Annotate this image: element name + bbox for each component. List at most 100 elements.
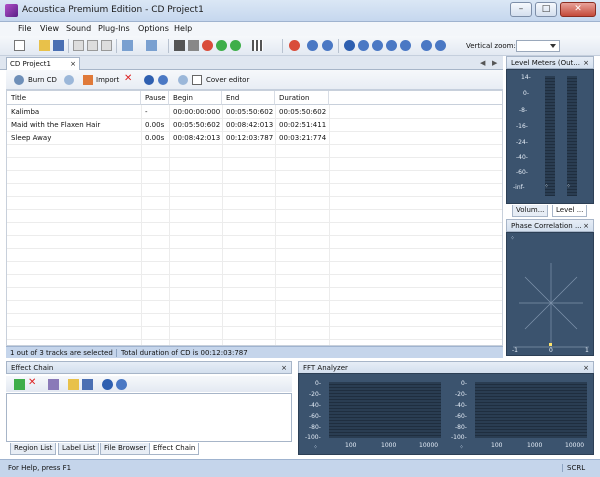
- effect-chain-list[interactable]: [6, 393, 292, 442]
- menu-help[interactable]: Help: [174, 24, 192, 33]
- meter-corner-icon: ⁘: [566, 183, 572, 190]
- play-loop-icon[interactable]: [358, 40, 369, 51]
- selection-status: 1 out of 3 tracks are selected: [10, 349, 113, 357]
- fast-forward-icon[interactable]: [421, 40, 432, 51]
- fft-left-y-label: -40-: [309, 402, 321, 409]
- cut-icon[interactable]: [73, 40, 84, 51]
- delete-icon[interactable]: ✕: [124, 73, 134, 84]
- grid-line: [7, 287, 502, 288]
- zoom-in-icon[interactable]: [216, 40, 227, 51]
- tab-region-list[interactable]: Region List: [10, 443, 57, 455]
- open-chain-icon[interactable]: [68, 379, 79, 390]
- meter-scale-label: -60-: [516, 169, 528, 176]
- close-panel-icon[interactable]: ×: [583, 222, 589, 230]
- rewind-start-icon[interactable]: [307, 40, 318, 51]
- stop-track-icon[interactable]: [158, 75, 168, 85]
- tab-next-arrow-icon[interactable]: ▶: [492, 59, 497, 67]
- menu-view[interactable]: View: [40, 24, 59, 33]
- menu-plugins[interactable]: Plug-Ins: [98, 24, 130, 33]
- skip-end-icon[interactable]: [435, 40, 446, 51]
- track-end: 00:05:50:602: [226, 108, 274, 116]
- cover-editor-button[interactable]: Cover editor: [206, 76, 249, 84]
- column-title[interactable]: Title: [7, 91, 141, 105]
- cd-options-icon[interactable]: [64, 75, 74, 85]
- play-icon[interactable]: [344, 40, 355, 51]
- open-folder-icon[interactable]: [39, 40, 50, 51]
- column-duration[interactable]: Duration: [275, 91, 329, 105]
- zoom-tool-icon[interactable]: [188, 40, 199, 51]
- forward-icon[interactable]: [400, 40, 411, 51]
- tab-volume[interactable]: Volum...: [512, 205, 549, 217]
- cd-icon: [178, 75, 188, 85]
- stop-record-icon[interactable]: [289, 40, 300, 51]
- close-panel-icon[interactable]: ×: [583, 59, 589, 67]
- paste-icon[interactable]: [101, 40, 112, 51]
- scroll-lock-indicator: SCRL: [562, 464, 585, 472]
- undo-icon[interactable]: [122, 40, 133, 51]
- table-row[interactable]: Maid with the Flaxen Hair 0.00s 00:05:50…: [7, 119, 502, 131]
- fft-left-x-label: 10000: [419, 442, 439, 449]
- play-chain-icon[interactable]: [102, 379, 113, 390]
- column-end[interactable]: End: [222, 91, 275, 105]
- close-panel-icon[interactable]: ×: [281, 364, 287, 372]
- table-row[interactable]: Kalimba - 00:00:00:000 00:05:50:602 00:0…: [7, 106, 502, 118]
- stop-chain-icon[interactable]: [116, 379, 127, 390]
- tab-label-list[interactable]: Label List: [58, 443, 100, 455]
- column-pause[interactable]: Pause: [141, 91, 169, 105]
- menu-file[interactable]: File: [18, 24, 31, 33]
- import-button[interactable]: Import: [96, 76, 119, 84]
- tab-level[interactable]: Level ...: [552, 205, 588, 217]
- fft-right-y-label: -80-: [455, 424, 467, 431]
- meter-scale-label: -24-: [516, 139, 528, 146]
- grid-view-icon[interactable]: [252, 40, 263, 51]
- tab-prev-arrow-icon[interactable]: ◀: [480, 59, 485, 67]
- grid-line: [7, 170, 502, 171]
- save-chain-icon[interactable]: [82, 379, 93, 390]
- record-icon[interactable]: [202, 40, 213, 51]
- save-icon[interactable]: [53, 40, 64, 51]
- fft-right-y-label: -40-: [455, 402, 467, 409]
- bottom-tabs: Region List Label List File Browser Effe…: [6, 443, 292, 455]
- stop-icon[interactable]: [386, 40, 397, 51]
- fft-right-x-label: 10000: [565, 442, 585, 449]
- tab-cd-project1[interactable]: CD Project1 ×: [6, 57, 80, 70]
- tab-effect-chain[interactable]: Effect Chain: [149, 443, 200, 455]
- remove-effect-icon[interactable]: ✕: [28, 377, 39, 388]
- phase-scope: [513, 263, 589, 348]
- copy-icon[interactable]: [87, 40, 98, 51]
- track-pause: -: [145, 108, 148, 116]
- play-track-icon[interactable]: [144, 75, 154, 85]
- rewind-icon[interactable]: [322, 40, 333, 51]
- fft-left-spectrum: [329, 382, 441, 438]
- vertical-zoom-select[interactable]: [516, 40, 560, 52]
- menu-sound[interactable]: Sound: [66, 24, 91, 33]
- track-duration: 00:05:50:602: [279, 108, 327, 116]
- grid-line: [7, 118, 502, 119]
- column-begin[interactable]: Begin: [169, 91, 222, 105]
- help-status: For Help, press F1: [8, 464, 72, 472]
- meter-scale-label: -inf-: [513, 184, 525, 191]
- track-end: 00:12:03:787: [226, 134, 274, 142]
- redo-icon[interactable]: [146, 40, 157, 51]
- menu-options[interactable]: Options: [138, 24, 169, 33]
- table-row[interactable]: Sleep Away 0.00s 00:08:42:013 00:12:03:7…: [7, 132, 502, 144]
- burn-cd-button[interactable]: Burn CD: [28, 76, 57, 84]
- maximize-button[interactable]: □: [535, 2, 557, 17]
- close-panel-icon[interactable]: ×: [583, 364, 589, 372]
- close-tab-icon[interactable]: ×: [70, 60, 76, 68]
- tracks-table: Title Pause Begin End Duration Kalimba -…: [6, 90, 503, 346]
- add-effect-icon[interactable]: [14, 379, 25, 390]
- fft-left-x-label: 1000: [381, 442, 397, 449]
- minimize-button[interactable]: –: [510, 2, 532, 17]
- tab-file-browser[interactable]: File Browser: [100, 443, 151, 455]
- select-tool-icon[interactable]: [174, 40, 185, 51]
- move-effect-icon[interactable]: [48, 379, 59, 390]
- zoom-out-icon[interactable]: [230, 40, 241, 51]
- pause-icon[interactable]: [372, 40, 383, 51]
- grid-line: [7, 209, 502, 210]
- close-button[interactable]: ✕: [560, 2, 596, 17]
- document-tab-bar: CD Project1 × ◀ ▶: [0, 56, 503, 70]
- meter-scale-label: -16-: [516, 123, 528, 130]
- new-file-icon[interactable]: [14, 40, 25, 51]
- meter-corner-icon: ⁘: [544, 183, 550, 190]
